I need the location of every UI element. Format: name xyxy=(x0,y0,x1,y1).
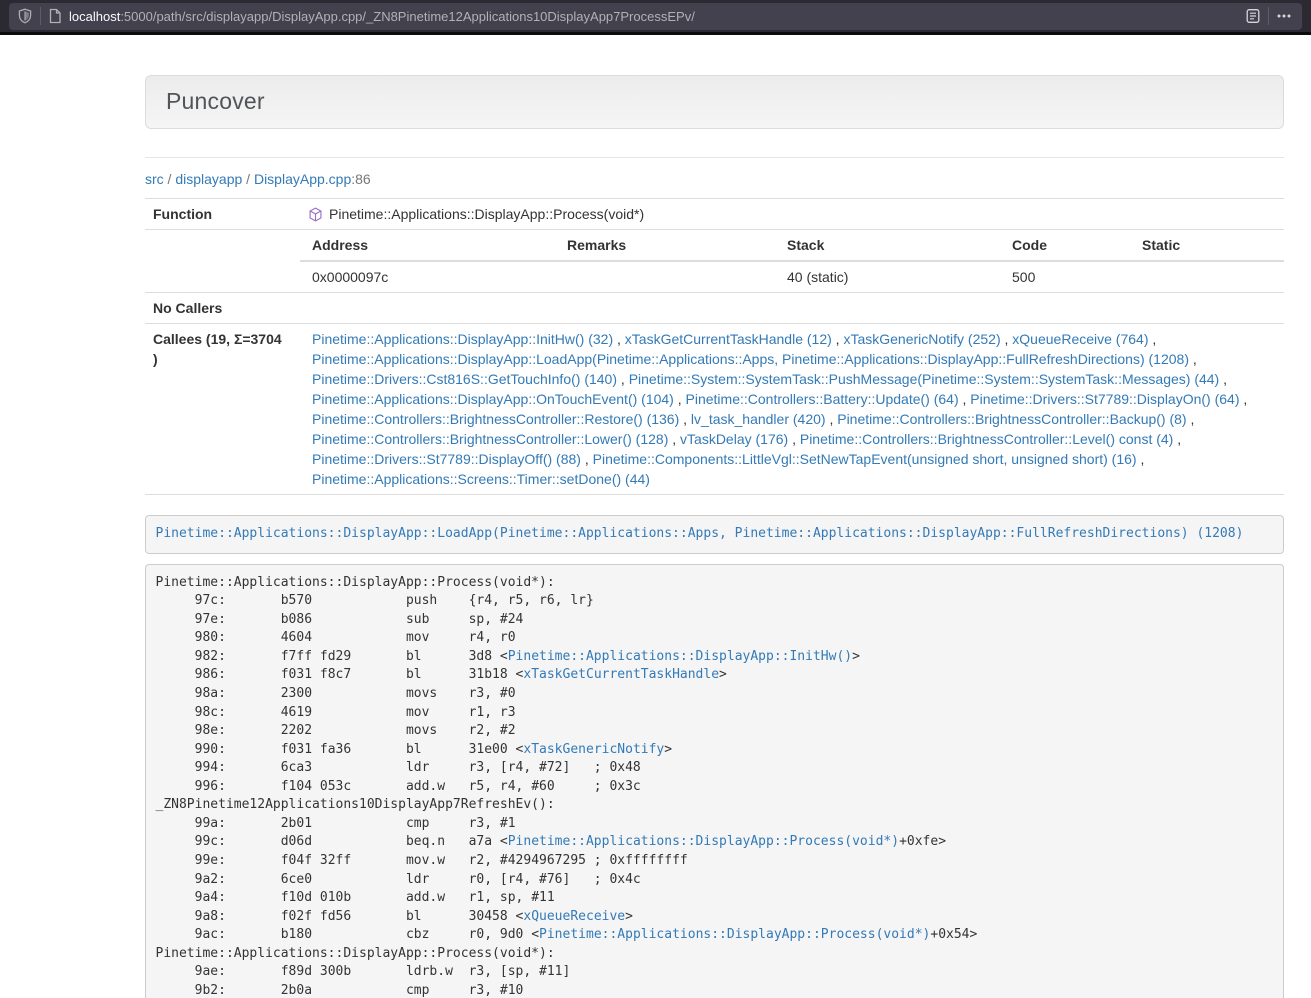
url-bar[interactable]: localhost:5000/path/src/displayapp/Displ… xyxy=(9,3,1302,30)
browser-toolbar: localhost:5000/path/src/displayapp/Displ… xyxy=(0,0,1311,35)
no-callers-label: No Callers xyxy=(145,293,300,324)
callee-link[interactable]: Pinetime::Controllers::BrightnessControl… xyxy=(837,411,1186,427)
url-text[interactable]: localhost:5000/path/src/displayapp/Displ… xyxy=(69,9,695,24)
breadcrumb: src / displayapp / DisplayApp.cpp:86 xyxy=(145,171,1284,187)
callee-link[interactable]: Pinetime::Applications::DisplayApp::Init… xyxy=(312,331,613,347)
callee-link[interactable]: xTaskGenericNotify (252) xyxy=(843,331,1000,347)
breadcrumb-link[interactable]: DisplayApp.cpp xyxy=(254,171,351,187)
callee-link[interactable]: Pinetime::System::SystemTask::PushMessag… xyxy=(629,371,1220,387)
breadcrumb-link[interactable]: displayapp xyxy=(175,171,242,187)
stack-value: 40 (static) xyxy=(775,261,1000,292)
url-host: localhost xyxy=(69,9,120,24)
package-icon xyxy=(308,207,323,222)
callee-link[interactable]: lv_task_handler (420) xyxy=(691,411,826,427)
col-remarks: Remarks xyxy=(555,230,775,261)
address-value: 0x0000097c xyxy=(300,261,555,292)
disassembly-block: Pinetime::Applications::DisplayApp::Proc… xyxy=(145,564,1284,998)
no-callers-row: No Callers xyxy=(145,293,1284,324)
breadcrumb-separator: / xyxy=(164,171,176,187)
function-label: Function xyxy=(145,199,300,230)
page-title: Puncover xyxy=(166,88,1263,115)
loadapp-symbol-link[interactable]: Pinetime::Applications::DisplayApp::Load… xyxy=(156,526,1244,541)
asm-symbol-link[interactable]: xQueueReceive xyxy=(523,909,625,924)
callee-link[interactable]: Pinetime::Controllers::BrightnessControl… xyxy=(312,411,679,427)
urlbar-divider xyxy=(40,7,41,25)
remarks-value xyxy=(555,261,775,292)
metrics-header-row: Address Remarks Stack Code Static xyxy=(300,230,1284,261)
asm-symbol-link[interactable]: xTaskGenericNotify xyxy=(523,742,664,757)
app-header-panel: Puncover xyxy=(145,75,1284,129)
col-code: Code xyxy=(1000,230,1130,261)
callee-link[interactable]: xTaskGetCurrentTaskHandle (12) xyxy=(625,331,832,347)
asm-symbol-link[interactable]: xTaskGetCurrentTaskHandle xyxy=(523,667,719,682)
static-value xyxy=(1130,261,1284,292)
more-menu-icon[interactable] xyxy=(1276,8,1292,24)
callee-link[interactable]: Pinetime::Drivers::St7789::DisplayOff() … xyxy=(312,451,581,467)
urlbar-divider-2 xyxy=(1268,7,1269,25)
reader-view-icon[interactable] xyxy=(1245,8,1261,24)
callee-link[interactable]: Pinetime::Applications::DisplayApp::Load… xyxy=(312,351,1189,367)
callee-link[interactable]: Pinetime::Applications::Screens::Timer::… xyxy=(312,471,650,487)
breadcrumb-line-number: :86 xyxy=(351,171,370,187)
callee-link[interactable]: xQueueReceive (764) xyxy=(1012,331,1148,347)
col-stack: Stack xyxy=(775,230,1000,261)
shield-icon[interactable] xyxy=(17,8,33,24)
callee-link[interactable]: Pinetime::Controllers::Battery::Update()… xyxy=(686,391,959,407)
col-static: Static xyxy=(1130,230,1284,261)
callees-row: Callees (19, Σ=3704 ) Pinetime::Applicat… xyxy=(145,324,1284,495)
callee-link[interactable]: Pinetime::Applications::DisplayApp::OnTo… xyxy=(312,391,674,407)
callee-link[interactable]: Pinetime::Controllers::BrightnessControl… xyxy=(312,431,668,447)
page-icon[interactable] xyxy=(48,8,62,24)
asm-symbol-link[interactable]: Pinetime::Applications::DisplayApp::Init… xyxy=(508,649,852,664)
function-row: Function Pinetime::Applications::Display… xyxy=(145,199,1284,230)
callee-link[interactable]: Pinetime::Drivers::St7789::DisplayOn() (… xyxy=(970,391,1239,407)
metrics-value-row: 0x0000097c 40 (static) 500 xyxy=(300,261,1284,292)
asm-symbol-link[interactable]: Pinetime::Applications::DisplayApp::Proc… xyxy=(508,834,899,849)
callee-link[interactable]: vTaskDelay (176) xyxy=(680,431,788,447)
highlighted-symbol-block: Pinetime::Applications::DisplayApp::Load… xyxy=(145,515,1284,554)
metrics-row: Address Remarks Stack Code Static 0x0000… xyxy=(145,230,1284,293)
col-address: Address xyxy=(300,230,555,261)
callees-label: Callees (19, Σ=3704 ) xyxy=(145,324,300,495)
code-value: 500 xyxy=(1000,261,1130,292)
callees-list: Pinetime::Applications::DisplayApp::Init… xyxy=(300,324,1284,495)
callee-link[interactable]: Pinetime::Components::LittleVgl::SetNewT… xyxy=(593,451,1137,467)
metrics-table: Address Remarks Stack Code Static 0x0000… xyxy=(300,230,1284,292)
symbol-table: Function Pinetime::Applications::Display… xyxy=(145,198,1284,495)
callee-link[interactable]: Pinetime::Drivers::Cst816S::GetTouchInfo… xyxy=(312,371,617,387)
callee-link[interactable]: Pinetime::Controllers::BrightnessControl… xyxy=(800,431,1173,447)
divider xyxy=(145,157,1284,158)
function-name: Pinetime::Applications::DisplayApp::Proc… xyxy=(329,204,644,224)
breadcrumb-separator: / xyxy=(242,171,254,187)
url-path: :5000/path/src/displayapp/DisplayApp.cpp… xyxy=(120,9,695,24)
breadcrumb-link[interactable]: src xyxy=(145,171,164,187)
asm-symbol-link[interactable]: Pinetime::Applications::DisplayApp::Proc… xyxy=(539,927,930,942)
